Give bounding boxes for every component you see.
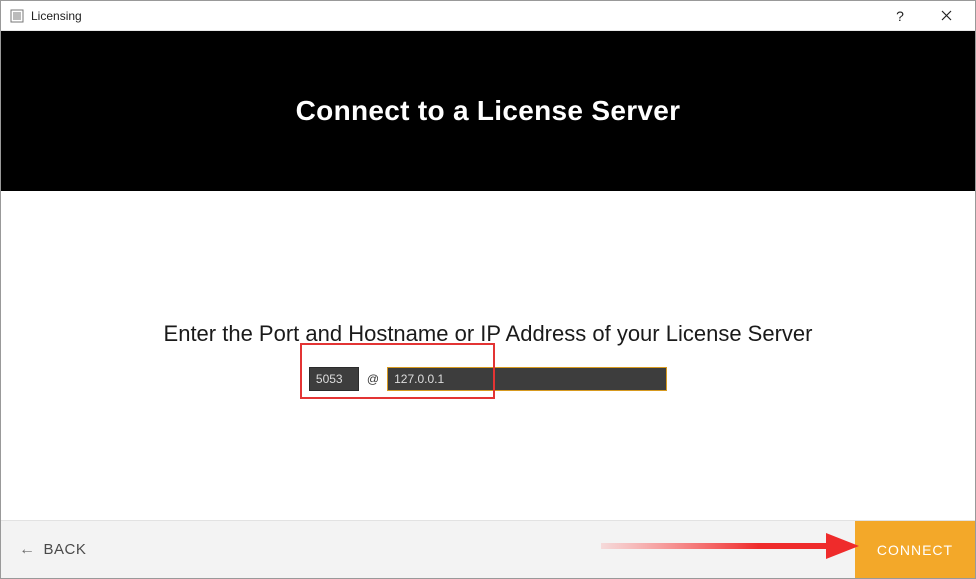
server-form-row: @ — [309, 367, 667, 391]
app-icon — [9, 8, 25, 24]
connect-button[interactable]: CONNECT — [855, 521, 975, 578]
body-area: Enter the Port and Hostname or IP Addres… — [1, 191, 975, 520]
connect-button-label: CONNECT — [877, 542, 953, 558]
back-button-label: BACK — [44, 541, 87, 558]
footer-bar: ← BACK CONNECT — [1, 520, 975, 578]
titlebar: Licensing ? — [1, 1, 975, 31]
at-label: @ — [365, 372, 381, 386]
port-input[interactable] — [309, 367, 359, 391]
help-icon: ? — [896, 8, 904, 24]
header-title: Connect to a License Server — [296, 95, 681, 127]
header-banner: Connect to a License Server — [1, 31, 975, 191]
back-button[interactable]: ← BACK — [1, 521, 104, 578]
licensing-dialog: Licensing ? Connect to a License Server … — [0, 0, 976, 579]
window-title: Licensing — [31, 9, 82, 23]
instruction-text: Enter the Port and Hostname or IP Addres… — [164, 321, 813, 347]
close-icon — [941, 8, 952, 24]
close-button[interactable] — [923, 1, 969, 31]
help-button[interactable]: ? — [877, 1, 923, 31]
hostname-input[interactable] — [387, 367, 667, 391]
back-arrow-icon: ← — [19, 541, 36, 559]
